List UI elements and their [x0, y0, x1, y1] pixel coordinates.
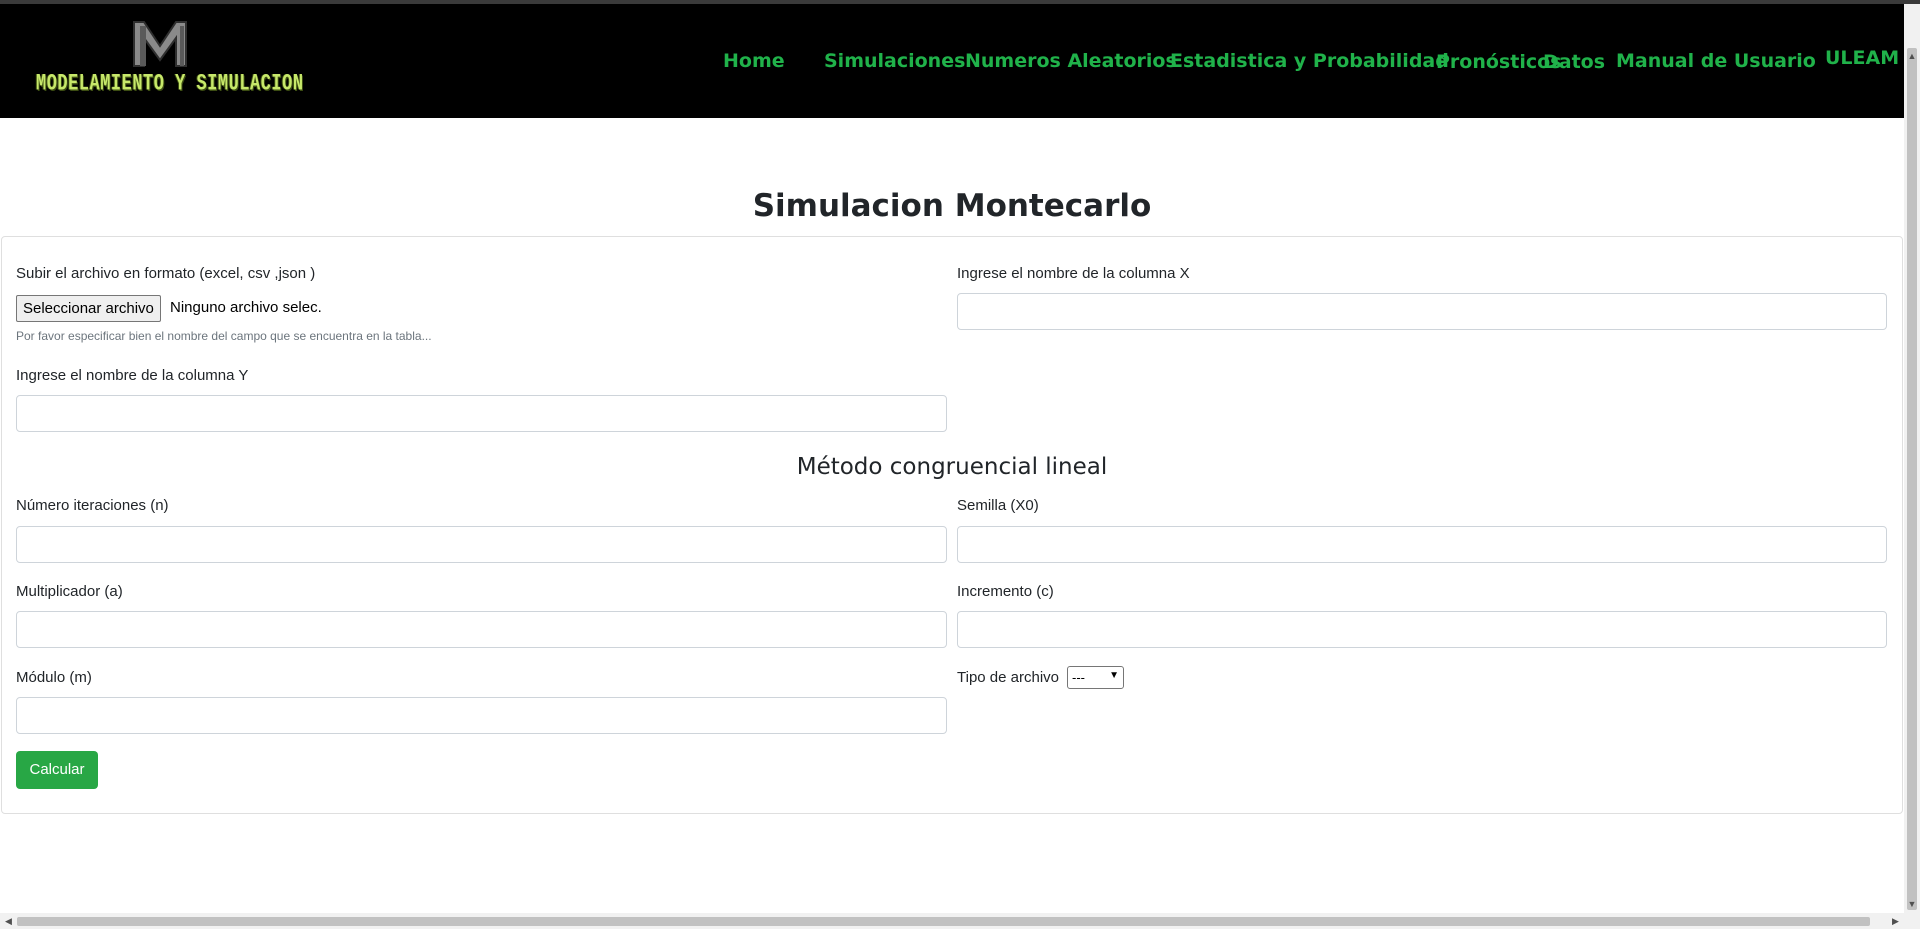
multiplier-label: Multiplicador (a) [16, 583, 123, 600]
logo-m-icon [133, 21, 187, 67]
increment-input[interactable] [957, 611, 1887, 648]
iterations-label: Número iteraciones (n) [16, 497, 169, 514]
logo-text: MODELAMIENTO Y SIMULACION [36, 72, 304, 98]
horizontal-scrollbar-thumb[interactable] [17, 917, 1870, 926]
navbar: MODELAMIENTO Y SIMULACION Home Simulacio… [0, 4, 1904, 118]
column-x-input[interactable] [957, 293, 1887, 330]
chevron-down-icon: ▼ [1109, 670, 1119, 681]
site-logo[interactable]: MODELAMIENTO Y SIMULACION [36, 16, 304, 100]
nav-uleam[interactable]: ULEAM [1825, 47, 1899, 69]
nav-simulaciones[interactable]: Simulaciones [824, 50, 965, 72]
modulus-label: Módulo (m) [16, 669, 92, 686]
file-upload-label: Subir el archivo en formato (excel, csv … [16, 265, 316, 282]
scroll-up-arrow-icon[interactable]: ▲ [1904, 48, 1920, 65]
scroll-right-arrow-icon[interactable]: ▶ [1887, 913, 1904, 929]
iterations-input[interactable] [16, 526, 947, 563]
increment-label: Incremento (c) [957, 583, 1054, 600]
nav-numeros-aleatorios[interactable]: Numeros Aleatorios [965, 50, 1177, 72]
nav-home[interactable]: Home [723, 50, 785, 72]
seed-input[interactable] [957, 526, 1887, 563]
file-status-text: Ninguno archivo selec. [170, 299, 322, 316]
seed-label: Semilla (X0) [957, 497, 1039, 514]
section-title: Método congruencial lineal [796, 454, 1108, 480]
nav-estadistica-probabilidad[interactable]: Estadistica y Probabilidad [1170, 50, 1449, 72]
nav-datos[interactable]: Datos [1543, 51, 1605, 73]
column-x-label: Ingrese el nombre de la columna X [957, 265, 1190, 282]
scroll-down-arrow-icon[interactable]: ▼ [1904, 896, 1920, 913]
modulus-input[interactable] [16, 697, 947, 734]
column-y-input[interactable] [16, 395, 947, 432]
file-type-label: Tipo de archivo [957, 669, 1059, 686]
file-select-button[interactable]: Seleccionar archivo [16, 295, 161, 322]
calculate-button[interactable]: Calcular [16, 751, 98, 789]
file-type-selected-value: --- [1072, 670, 1085, 685]
column-y-label: Ingrese el nombre de la columna Y [16, 367, 249, 384]
nav-manual-usuario[interactable]: Manual de Usuario [1616, 50, 1816, 72]
page-title: Simulacion Montecarlo [752, 188, 1152, 224]
multiplier-input[interactable] [16, 611, 947, 648]
file-help-text: Por favor especificar bien el nombre del… [16, 329, 432, 343]
vertical-scrollbar-thumb[interactable] [1907, 48, 1917, 910]
file-type-select[interactable]: --- ▼ [1067, 666, 1124, 689]
scroll-left-arrow-icon[interactable]: ◀ [0, 913, 17, 929]
